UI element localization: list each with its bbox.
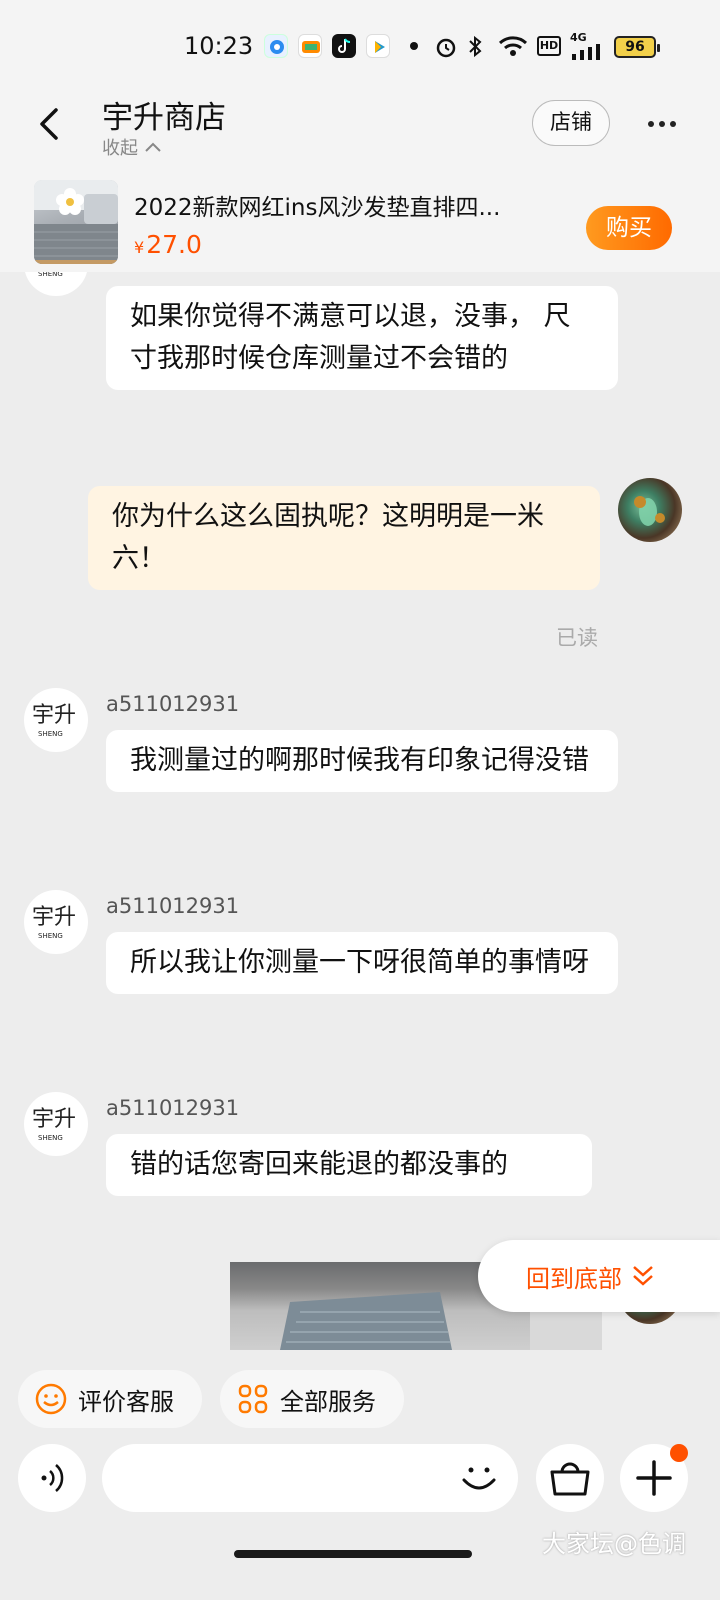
smile-icon — [35, 1383, 67, 1415]
svg-text:SHENG: SHENG — [38, 730, 63, 738]
collapse-label: 收起 — [102, 138, 138, 159]
hd-badge: HD — [537, 36, 561, 56]
all-services-button[interactable]: 全部服务 — [220, 1370, 404, 1428]
notification-app-icon — [298, 34, 322, 58]
svg-text:宇升: 宇升 — [32, 1107, 76, 1132]
video-app-icon — [366, 34, 390, 58]
svg-text:宇升: 宇升 — [32, 905, 76, 930]
bluetooth-icon — [466, 34, 484, 64]
chevron-left-icon — [40, 108, 58, 140]
shop-avatar[interactable]: 宇升 SHENG — [24, 688, 88, 752]
currency-symbol: ¥ — [134, 238, 145, 257]
emoji-button[interactable] — [456, 1456, 502, 1502]
input-bar: 大家坛@色调 — [0, 1440, 720, 1600]
back-to-bottom-button[interactable]: 回到底部 — [478, 1240, 720, 1312]
alarm-icon — [434, 35, 458, 63]
sender-name: a511012931 — [106, 692, 240, 716]
svg-text:SHENG: SHENG — [38, 932, 63, 940]
emoji-icon — [462, 1467, 496, 1490]
dot-icon — [670, 121, 676, 127]
message-bubble[interactable]: 错的话您寄回来能退的都没事的 — [106, 1134, 592, 1196]
shop-avatar[interactable]: 宇升SHENG — [24, 272, 88, 296]
rate-service-label: 评价客服 — [78, 1387, 174, 1416]
shopping-bag-icon — [550, 1462, 590, 1496]
read-status: 已读 — [556, 626, 598, 650]
network-type: 4G — [570, 31, 587, 44]
sender-name: a511012931 — [106, 894, 240, 918]
message-bubble[interactable]: 我测量过的啊那时候我有印象记得没错 — [106, 730, 618, 792]
double-chevron-down-icon — [633, 1266, 653, 1286]
shopping-bag-button[interactable] — [536, 1444, 604, 1512]
price-value: 27.0 — [146, 230, 202, 259]
chat-header: 宇升商店 收起 店铺 — [0, 92, 720, 172]
sender-name: a511012931 — [106, 1096, 240, 1120]
svg-text:宇升: 宇升 — [32, 703, 76, 728]
dot-icon — [659, 121, 665, 127]
shop-avatar[interactable]: 宇升 SHENG — [24, 1092, 88, 1156]
svg-text:SHENG: SHENG — [38, 1134, 63, 1142]
home-indicator[interactable] — [234, 1550, 472, 1558]
all-services-label: 全部服务 — [280, 1387, 376, 1416]
back-to-bottom-label: 回到底部 — [526, 1264, 622, 1293]
product-name: 2022新款网红ins风沙发垫直排四... — [134, 195, 501, 221]
signal-icon — [572, 44, 602, 64]
back-button[interactable] — [34, 104, 64, 144]
message-bubble[interactable]: 如果你觉得不满意可以退，没事， 尺寸我那时候仓库测量过不会错的 — [106, 286, 618, 390]
product-thumbnail — [34, 180, 118, 264]
shop-title: 宇升商店 — [102, 100, 226, 136]
notification-app-icon — [264, 34, 288, 58]
more-options-button[interactable] — [648, 112, 684, 132]
voice-button[interactable] — [18, 1444, 86, 1512]
chevron-up-icon — [145, 142, 161, 152]
shop-avatar[interactable]: 宇升 SHENG — [24, 890, 88, 954]
product-price: ¥27.0 — [134, 230, 202, 259]
dot-icon — [648, 121, 654, 127]
my-message-bubble[interactable]: 你为什么这么固执呢？这明明是一米六！ — [88, 486, 600, 590]
wifi-icon — [498, 34, 528, 62]
battery-indicator: 96 — [614, 36, 660, 58]
tiktok-icon — [332, 34, 356, 58]
watermark: 大家坛@色调 — [542, 1530, 686, 1558]
message-bubble[interactable]: 所以我让你测量一下呀很简单的事情呀 — [106, 932, 618, 994]
rate-service-button[interactable]: 评价客服 — [18, 1370, 202, 1428]
svg-text:SHENG: SHENG — [38, 272, 63, 278]
my-avatar[interactable] — [618, 478, 682, 542]
status-bar: 10:23 HD 4G 96 — [0, 0, 720, 92]
notification-badge — [670, 1444, 688, 1462]
grid-icon — [238, 1384, 268, 1414]
chat-messages[interactable]: 宇升SHENG 如果你觉得不满意可以退，没事， 尺寸我那时候仓库测量过不会错的 … — [0, 272, 720, 1350]
product-card[interactable]: 2022新款网红ins风沙发垫直排四... ¥27.0 购买 — [0, 172, 720, 272]
collapse-toggle[interactable]: 收起 — [102, 134, 162, 160]
status-time: 10:23 — [184, 32, 254, 60]
store-button[interactable]: 店铺 — [532, 100, 610, 146]
voice-icon — [41, 1464, 64, 1492]
buy-button[interactable]: 购买 — [586, 206, 672, 250]
notification-dot-icon — [410, 42, 418, 50]
